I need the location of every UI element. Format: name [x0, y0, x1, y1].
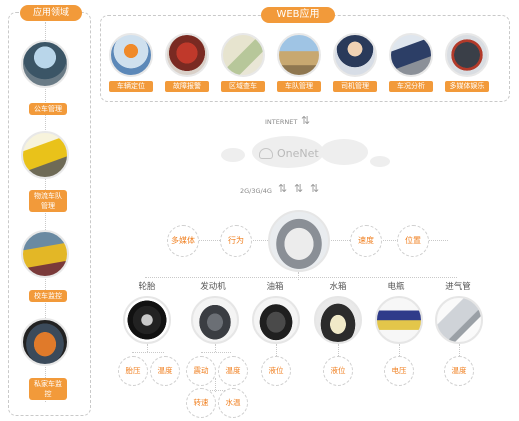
- truck-to-components-line: [298, 272, 299, 280]
- bus-fleet-photo: [21, 40, 69, 88]
- water-level-node: 液位: [323, 356, 353, 386]
- truck-center-photo: [268, 210, 330, 272]
- area-search-icon: [221, 33, 265, 77]
- engine-params-line: [215, 344, 216, 352]
- component-label-tire: 轮胎: [138, 282, 156, 292]
- vehicle-analysis-icon: [389, 33, 433, 77]
- vehicle-location-icon: [109, 33, 153, 77]
- engine-rpm-node: 转速: [186, 388, 216, 418]
- multimedia-node: 多媒体: [167, 225, 199, 257]
- web-label-fault: 故障报警: [165, 81, 209, 92]
- app-label-bus: 公车管理: [29, 103, 67, 115]
- internet-label: INTERNET: [265, 118, 298, 126]
- school-bus-photo: [21, 230, 69, 278]
- tire-photo: [123, 296, 171, 344]
- application-areas-title: 应用领域: [20, 5, 82, 21]
- tire-params-hline: [132, 352, 164, 353]
- web-label-location: 车辆定位: [109, 81, 153, 92]
- tire-temperature-node: 温度: [150, 356, 180, 386]
- speed-node: 速度: [350, 225, 382, 257]
- fuel-tank-photo: [252, 296, 300, 344]
- component-label-intake-pipe: 进气管: [445, 282, 471, 292]
- water-tank-photo: [314, 296, 362, 344]
- component-label-engine: 发动机: [200, 282, 226, 292]
- app-label-private-car: 私家车监控: [29, 378, 67, 400]
- onenet-label: OneNet: [277, 147, 319, 160]
- component-label-fuel-tank: 油箱: [266, 282, 284, 292]
- cloud-logo-icon: [259, 148, 273, 159]
- fuel-params-line: [276, 344, 277, 356]
- logistics-trucks-photo: [21, 131, 69, 179]
- battery-voltage-node: 电压: [384, 356, 414, 386]
- water-params-line: [338, 344, 339, 356]
- cloud-small-right: [370, 156, 390, 167]
- fault-alarm-icon: [165, 33, 209, 77]
- app-label-school-bus: 校车监控: [29, 290, 67, 302]
- web-label-multimedia: 多媒体娱乐: [445, 81, 489, 92]
- engine-vibration-node: 震动: [186, 356, 216, 386]
- tire-params-line: [147, 344, 148, 352]
- component-label-battery: 电瓶: [387, 282, 405, 292]
- cloud-right: [320, 139, 368, 165]
- fuel-level-node: 液位: [261, 356, 291, 386]
- intake-params-line: [459, 344, 460, 356]
- web-label-area: 区域查车: [221, 81, 265, 92]
- mobile-arrow-icon-3: ⇅: [310, 182, 320, 195]
- web-application-title: WEB应用: [261, 7, 335, 23]
- private-car-photo: [21, 318, 69, 366]
- mobile-network-label: 2G/3G/4G: [240, 187, 272, 195]
- cloud-small-left: [221, 148, 245, 162]
- components-bus-line: [145, 277, 457, 278]
- fleet-management-icon: [277, 33, 321, 77]
- internet-arrow-icon: ⇅: [301, 114, 311, 127]
- web-label-fleet: 车队管理: [277, 81, 321, 92]
- engine-water-temp-node: 水温: [218, 388, 248, 418]
- driver-management-icon: [333, 33, 377, 77]
- battery-params-line: [399, 344, 400, 356]
- web-label-driver: 司机管理: [333, 81, 377, 92]
- mobile-arrow-icon-2: ⇅: [294, 182, 304, 195]
- app-label-logistics: 物流车队管理: [29, 190, 67, 212]
- tire-pressure-node: 胎压: [118, 356, 148, 386]
- engine-temperature-node: 温度: [218, 356, 248, 386]
- web-label-analysis: 车况分析: [389, 81, 433, 92]
- mobile-arrow-icon-1: ⇅: [278, 182, 288, 195]
- engine-photo: [191, 296, 239, 344]
- component-label-water-tank: 水箱: [329, 282, 347, 292]
- behavior-node: 行为: [220, 225, 252, 257]
- position-node: 位置: [397, 225, 429, 257]
- intake-temperature-node: 温度: [444, 356, 474, 386]
- multimedia-icon: [445, 33, 489, 77]
- intake-pipe-photo: [435, 296, 483, 344]
- engine-params-hline: [201, 352, 231, 353]
- battery-photo: [375, 296, 423, 344]
